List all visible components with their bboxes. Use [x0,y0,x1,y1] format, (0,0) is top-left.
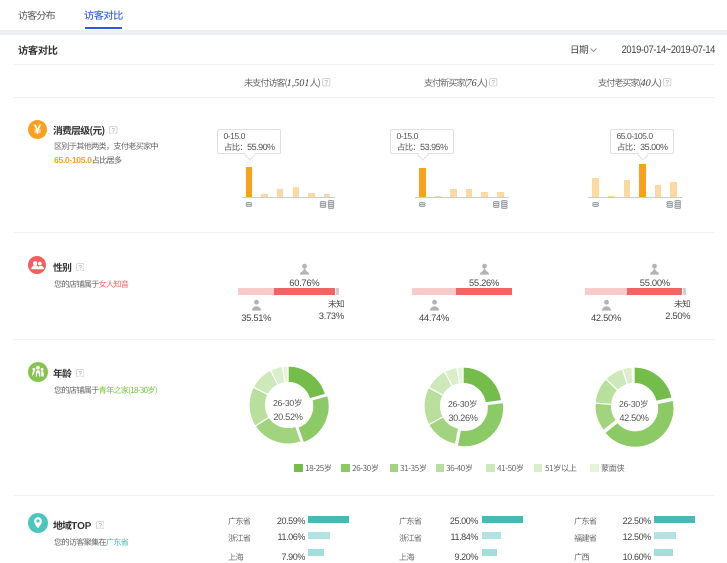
svg-text:?: ? [98,522,102,529]
svg-text:?: ? [112,127,116,134]
svg-text:?: ? [78,370,82,377]
svg-text:?: ? [78,264,82,271]
